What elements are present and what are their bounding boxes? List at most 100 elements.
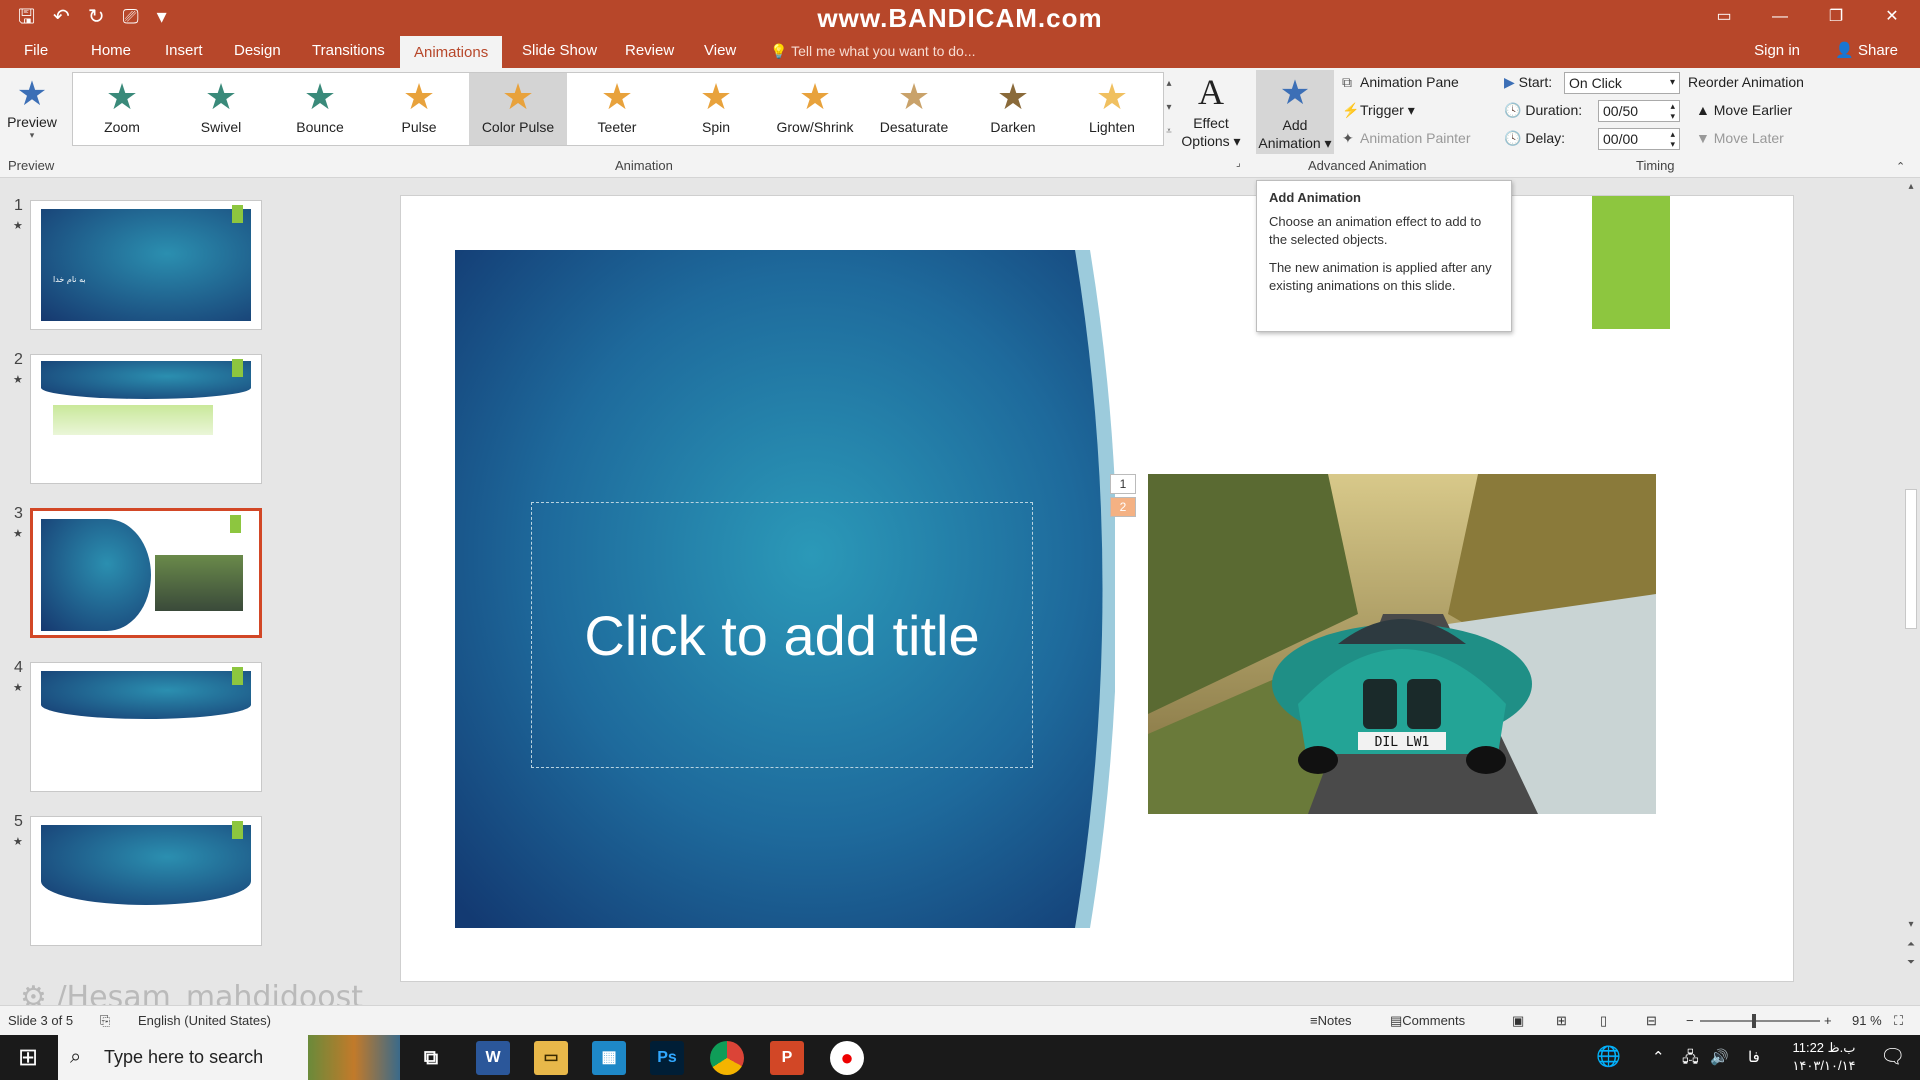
language-indicator[interactable]: English (United States) xyxy=(138,1006,271,1036)
share-button[interactable]: 👤 Share xyxy=(1835,34,1898,68)
zoom-out-icon[interactable]: − xyxy=(1686,1006,1694,1036)
effect-teeter[interactable]: ★ Teeter xyxy=(568,73,666,145)
preview-button[interactable]: ★ Preview ▾ xyxy=(4,74,60,141)
effect-desaturate[interactable]: ★ Desaturate xyxy=(865,73,963,145)
spellcheck-icon[interactable]: ⎘ xyxy=(100,1006,110,1036)
car-photo[interactable]: DIL LW1 xyxy=(1148,474,1656,814)
add-animation-button[interactable]: ★ Add Animation ▾ xyxy=(1256,70,1334,154)
effect-darken[interactable]: ★ Darken xyxy=(964,73,1062,145)
effect-bounce[interactable]: ★ Bounce xyxy=(271,73,369,145)
tab-view[interactable]: View xyxy=(704,34,736,68)
slide-number: 4 xyxy=(14,659,23,676)
network-icon[interactable]: 🖧 xyxy=(1682,1035,1699,1080)
timing-group-label: Timing xyxy=(1636,158,1675,173)
dropdown-arrow-icon: ▾ xyxy=(29,130,35,140)
vertical-scrollbar[interactable]: ▴ ▾ ⏶ ⏷ xyxy=(1902,179,1920,999)
start-dropdown[interactable]: On Click ▾ xyxy=(1564,72,1680,94)
zoom-level[interactable]: 91 % xyxy=(1852,1006,1882,1036)
animation-painter-button[interactable]: ✦ Animation Painter xyxy=(1342,130,1471,147)
photoshop-icon[interactable]: Ps xyxy=(650,1041,684,1075)
tab-insert[interactable]: Insert xyxy=(165,34,203,68)
gallery-down-icon[interactable]: ▾ xyxy=(1162,96,1176,120)
effect-grow-shrink[interactable]: ★ Grow/Shrink xyxy=(766,73,864,145)
powerpoint-icon[interactable]: P xyxy=(770,1041,804,1075)
gallery-up-icon[interactable]: ▴ xyxy=(1162,72,1176,96)
slide-number: 2 xyxy=(14,351,23,368)
next-slide-icon[interactable]: ⏷ xyxy=(1902,957,1920,968)
trigger-button[interactable]: ⚡Trigger ▾ xyxy=(1342,102,1415,119)
fit-to-window-icon[interactable]: ⛶ xyxy=(1894,1006,1903,1036)
input-language[interactable]: فا xyxy=(1748,1035,1760,1080)
tab-transitions[interactable]: Transitions xyxy=(312,34,385,68)
normal-view-icon[interactable]: ▣ xyxy=(1512,1006,1524,1036)
gallery-more-icon[interactable]: ⩡ xyxy=(1162,120,1176,144)
tray-overflow-icon[interactable]: ⌃ xyxy=(1652,1035,1665,1080)
control-panel-icon[interactable]: ▦ xyxy=(592,1041,626,1075)
green-accent-rectangle[interactable] xyxy=(1592,196,1670,329)
duration-spinner[interactable]: 00/50 ▴ ▾ xyxy=(1598,100,1680,122)
effect-swivel[interactable]: ★ Swivel xyxy=(172,73,270,145)
sign-in-link[interactable]: Sign in xyxy=(1754,34,1800,68)
tab-review[interactable]: Review xyxy=(625,34,674,68)
animation-pane-button[interactable]: ⧉ Animation Pane xyxy=(1342,74,1459,91)
scroll-up-icon[interactable]: ▴ xyxy=(1902,181,1920,192)
tab-animations[interactable]: Animations xyxy=(400,34,503,68)
word-icon[interactable]: W xyxy=(476,1041,510,1075)
tab-home[interactable]: Home xyxy=(91,34,131,68)
effect-zoom[interactable]: ★ Zoom xyxy=(73,73,171,145)
close-icon[interactable]: ✕ xyxy=(1864,0,1920,34)
restore-icon[interactable]: ❐ xyxy=(1808,0,1864,34)
volume-icon[interactable]: 🔊 xyxy=(1710,1035,1729,1080)
slideshow-view-icon[interactable]: ⊟ xyxy=(1646,1006,1657,1036)
slide-thumbnail-1[interactable]: به نام خدا xyxy=(30,200,262,330)
slide-thumbnail-4[interactable] xyxy=(30,662,262,792)
chrome-icon[interactable] xyxy=(710,1041,744,1075)
thumb-header-band xyxy=(41,825,251,905)
windows-start-icon[interactable]: ⊞ xyxy=(0,1035,56,1080)
effect-spin[interactable]: ★ Spin xyxy=(667,73,765,145)
ribbon-display-options-icon[interactable]: ▭ xyxy=(1696,0,1752,34)
tab-design[interactable]: Design xyxy=(234,34,281,68)
zoom-slider[interactable] xyxy=(1700,1020,1820,1022)
reading-view-icon[interactable]: ▯ xyxy=(1600,1006,1607,1036)
scroll-thumb[interactable] xyxy=(1905,489,1917,629)
effect-options-button[interactable]: A Effect Options ▾ xyxy=(1178,70,1244,150)
bandicam-record-icon[interactable]: ● xyxy=(830,1041,864,1075)
scroll-down-icon[interactable]: ▾ xyxy=(1902,919,1920,930)
gallery-scroll[interactable]: ▴ ▾ ⩡ xyxy=(1162,72,1176,146)
tab-slideshow[interactable]: Slide Show xyxy=(522,34,597,68)
collapse-ribbon-icon[interactable]: ⌃ xyxy=(1896,160,1905,173)
previous-slide-icon[interactable]: ⏶ xyxy=(1902,939,1920,950)
taskbar-search[interactable]: ⌕ Type here to search xyxy=(58,1035,400,1080)
slide-thumbnail-panel: 1 ★ به نام خدا 2 ★ 3 ★ 4 ★ 5 ★ xyxy=(0,179,292,999)
notification-app-icon[interactable]: 🌐 xyxy=(1596,1035,1621,1080)
add-animation-star-icon: ★ xyxy=(1279,74,1311,112)
effect-color-pulse[interactable]: ★ Color Pulse xyxy=(469,73,567,145)
zoom-in-icon[interactable]: + xyxy=(1824,1006,1832,1036)
file-explorer-icon[interactable]: ▭ xyxy=(534,1041,568,1075)
animation-pane-icon: ⧉ xyxy=(1342,74,1352,90)
notes-button[interactable]: ≡ Notes xyxy=(1310,1006,1352,1036)
effect-lighten[interactable]: ★ Lighten xyxy=(1063,73,1161,145)
slide-thumbnail-5[interactable] xyxy=(30,816,262,946)
tell-me-box[interactable]: 💡 Tell me what you want to do... xyxy=(770,34,976,68)
slide-thumbnail-3[interactable] xyxy=(30,508,262,638)
animation-order-tag-1[interactable]: 1 xyxy=(1110,474,1136,494)
move-later-label: Move Later xyxy=(1713,130,1784,146)
clock[interactable]: 11:22 ب.ظ ۱۴۰۳/۱۰/۱۴ xyxy=(1784,1039,1864,1075)
tab-file[interactable]: File xyxy=(24,34,48,68)
move-later-button[interactable]: ▼ Move Later xyxy=(1696,130,1784,146)
slide-sorter-icon[interactable]: ⊞ xyxy=(1556,1006,1567,1036)
animation-order-tag-2[interactable]: 2 xyxy=(1110,497,1136,517)
action-center-icon[interactable]: 🗨 xyxy=(1880,1035,1905,1080)
slide-thumbnail-2[interactable] xyxy=(30,354,262,484)
effect-pulse[interactable]: ★ Pulse xyxy=(370,73,468,145)
zoom-slider-thumb[interactable] xyxy=(1752,1014,1756,1028)
minimize-icon[interactable]: — xyxy=(1752,0,1808,34)
title-placeholder[interactable]: Click to add title xyxy=(531,502,1033,768)
task-view-icon[interactable]: ⧉ xyxy=(414,1041,448,1075)
move-earlier-button[interactable]: ▲ Move Earlier xyxy=(1696,102,1792,118)
delay-spinner[interactable]: 00/00 ▴ ▾ xyxy=(1598,128,1680,150)
dialog-launcher-icon[interactable]: ⌟ xyxy=(1236,158,1241,169)
comments-button[interactable]: ▤ Comments xyxy=(1390,1006,1465,1036)
